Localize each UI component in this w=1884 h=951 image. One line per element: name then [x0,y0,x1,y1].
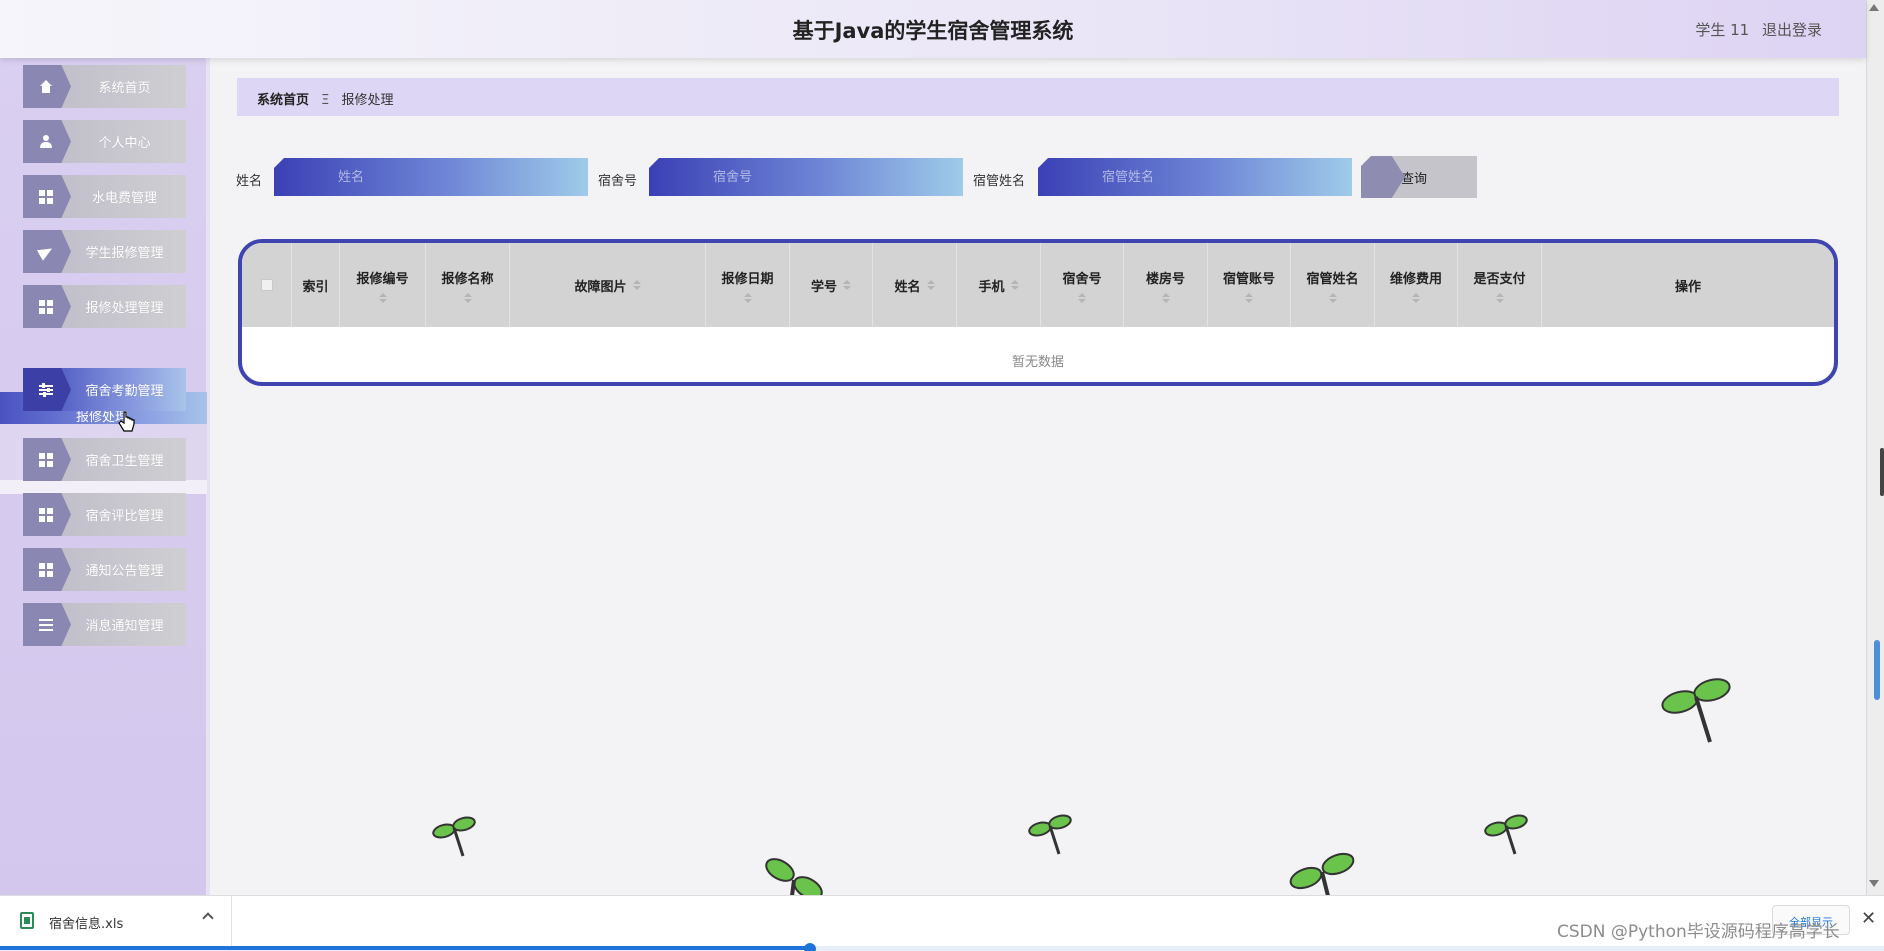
download-progress [0,943,1884,951]
sidebar-item-rating[interactable]: 宿舍评比管理 [23,493,186,536]
propeller-decoration-icon [1289,852,1355,896]
download-item[interactable]: 宿舍信息.xls [0,896,232,946]
sort-icon[interactable] [843,280,851,290]
column-header[interactable]: 学号 [790,243,873,327]
dorm-label: 宿舍号 [598,174,638,189]
column-header[interactable]: 楼房号 [1124,243,1208,327]
propeller-decoration-icon [1028,814,1072,855]
sort-icon[interactable] [743,292,752,303]
propeller-decoration-icon [1661,678,1731,743]
column-header: 操作 [1674,279,1701,295]
sidebar-item-utilities[interactable]: 水电费管理 [23,175,186,218]
excel-file-icon [20,912,34,929]
column-header: 索引 [292,243,340,327]
sidebar-item-repair-handling[interactable]: 报修处理管理 [23,285,186,328]
top-header: 基于Java的学生宿舍管理系统 学生 11 退出登录 [0,0,1866,58]
sort-icon[interactable] [1078,292,1086,303]
column-header[interactable]: 宿管账号 [1208,243,1291,327]
sidebar-subpanel-footer [0,480,207,494]
close-icon[interactable]: ✕ [1861,908,1876,929]
progress-knob [804,943,817,951]
arrow-right-icon [1361,156,1405,198]
breadcrumb-separator-icon: Ξ [321,93,330,108]
sidebar-item-hygiene[interactable]: 宿舍卫生管理 [23,438,186,481]
empty-state: 暂无数据 [1011,355,1064,370]
manager-input[interactable] [1038,158,1352,196]
scroll-down-arrow-icon[interactable] [1869,880,1879,887]
sort-icon[interactable] [926,280,935,290]
breadcrumb-home[interactable]: 系统首页 [257,93,309,108]
column-header[interactable]: 报修日期 [706,243,790,327]
sidebar-item-profile[interactable]: 个人中心 [23,120,186,163]
grid-icon [39,299,53,314]
grid-icon [39,507,53,522]
sort-icon[interactable] [1245,292,1253,303]
sort-icon[interactable] [463,292,472,303]
breadcrumb: 系统首页 Ξ 报修处理 [237,78,1839,116]
app-title: 基于Java的学生宿舍管理系统 [792,19,1074,43]
column-header[interactable]: 宿管姓名 [1291,243,1375,327]
scrollbar-marker [1874,640,1880,700]
sidebar-item-announcements[interactable]: 通知公告管理 [23,548,186,591]
sidebar-item-messages[interactable]: 消息通知管理 [23,603,186,646]
name-label: 姓名 [236,174,263,189]
column-header[interactable]: 报修名称 [426,243,510,327]
sort-icon[interactable] [1412,292,1420,303]
name-input[interactable] [274,158,588,196]
grid-icon [39,562,53,577]
user-icon [39,134,53,149]
table-header: 索引 报修编号 报修名称 故障图片 报修日期 学号 姓名 手机 宿舍号 楼房号 … [242,243,1834,327]
sort-icon[interactable] [1161,292,1170,303]
scrollbar-thumb[interactable] [1880,448,1884,496]
user-area: 学生 11 退出登录 [1687,19,1822,40]
search-button-label: 查询 [1401,171,1428,187]
chevron-up-icon[interactable] [202,912,214,924]
select-all-cell [242,243,292,327]
propeller-decoration-icon [1484,814,1528,855]
search-button[interactable]: 查询 [1361,156,1477,198]
grid-icon [39,452,53,467]
watermark-text: CSDN @Python毕设源码程序高学长 [1557,922,1840,942]
select-all-checkbox[interactable] [260,279,273,291]
logout-link[interactable]: 退出登录 [1762,21,1822,39]
scroll-up-arrow-icon[interactable] [1869,4,1879,11]
dorm-input[interactable] [649,158,963,196]
column-header[interactable]: 姓名 [873,243,957,327]
column-header[interactable]: 维修费用 [1375,243,1458,327]
progress-fill [0,946,811,950]
propeller-decoration-icon [432,816,476,857]
column-header[interactable]: 手机 [957,243,1041,327]
home-icon [39,79,53,94]
sidebar-item-attendance[interactable]: 宿舍考勤管理 [23,368,186,411]
breadcrumb-current: 报修处理 [341,93,394,108]
manager-label: 宿管姓名 [973,174,1026,189]
download-file-name: 宿舍信息.xls [49,917,124,932]
column-header[interactable]: 故障图片 [510,243,706,327]
sidebar-item-home[interactable]: 系统首页 [23,65,186,108]
sort-icon[interactable] [632,280,641,290]
column-header[interactable]: 报修编号 [340,243,426,327]
current-user: 学生 11 [1695,21,1750,39]
sort-icon[interactable] [1328,292,1337,303]
hand-cursor-icon [118,411,135,432]
grid-icon [39,189,53,204]
column-header[interactable]: 宿舍号 [1041,243,1124,327]
sliders-icon [39,382,53,397]
sort-icon[interactable] [378,292,387,303]
column-header[interactable]: 是否支付 [1458,243,1542,327]
sidebar-item-student-repair[interactable]: 学生报修管理 [23,230,186,273]
sidebar: 系统首页 个人中心 水电费管理 学生报修管理 报修处理管理 报修处理 宿舍考勤管… [0,58,210,895]
paper-plane-icon [39,245,53,259]
propeller-decoration-icon [765,858,823,896]
list-icon [39,617,53,632]
sort-icon[interactable] [1010,280,1019,290]
sort-icon[interactable] [1495,292,1504,303]
repair-table: 索引 报修编号 报修名称 故障图片 报修日期 学号 姓名 手机 宿舍号 楼房号 … [238,239,1838,386]
